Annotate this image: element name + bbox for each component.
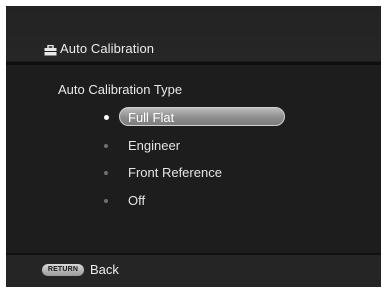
page-title: Auto Calibration [44, 39, 154, 57]
back-label: Back [90, 262, 119, 277]
option-full-flat[interactable]: Full Flat [100, 107, 290, 128]
toolbox-icon [44, 43, 57, 55]
bullet-icon [104, 198, 108, 203]
page-title-text: Auto Calibration [60, 40, 155, 56]
option-label: Engineer [128, 138, 181, 153]
option-label: Off [128, 193, 146, 208]
osd-screen: Auto Calibration Auto Calibration Type F… [6, 6, 381, 287]
option-label: Full Flat [128, 110, 175, 125]
return-button[interactable]: RETURN [42, 264, 84, 276]
option-label: Front Reference [128, 165, 222, 180]
option-front-reference[interactable]: Front Reference [100, 162, 290, 183]
selected-dot-icon [104, 115, 109, 120]
option-engineer[interactable]: Engineer [100, 135, 290, 156]
section-label: Auto Calibration Type [58, 82, 183, 97]
bullet-icon [104, 143, 108, 148]
option-off[interactable]: Off [100, 190, 290, 211]
bullet-icon [104, 170, 108, 175]
